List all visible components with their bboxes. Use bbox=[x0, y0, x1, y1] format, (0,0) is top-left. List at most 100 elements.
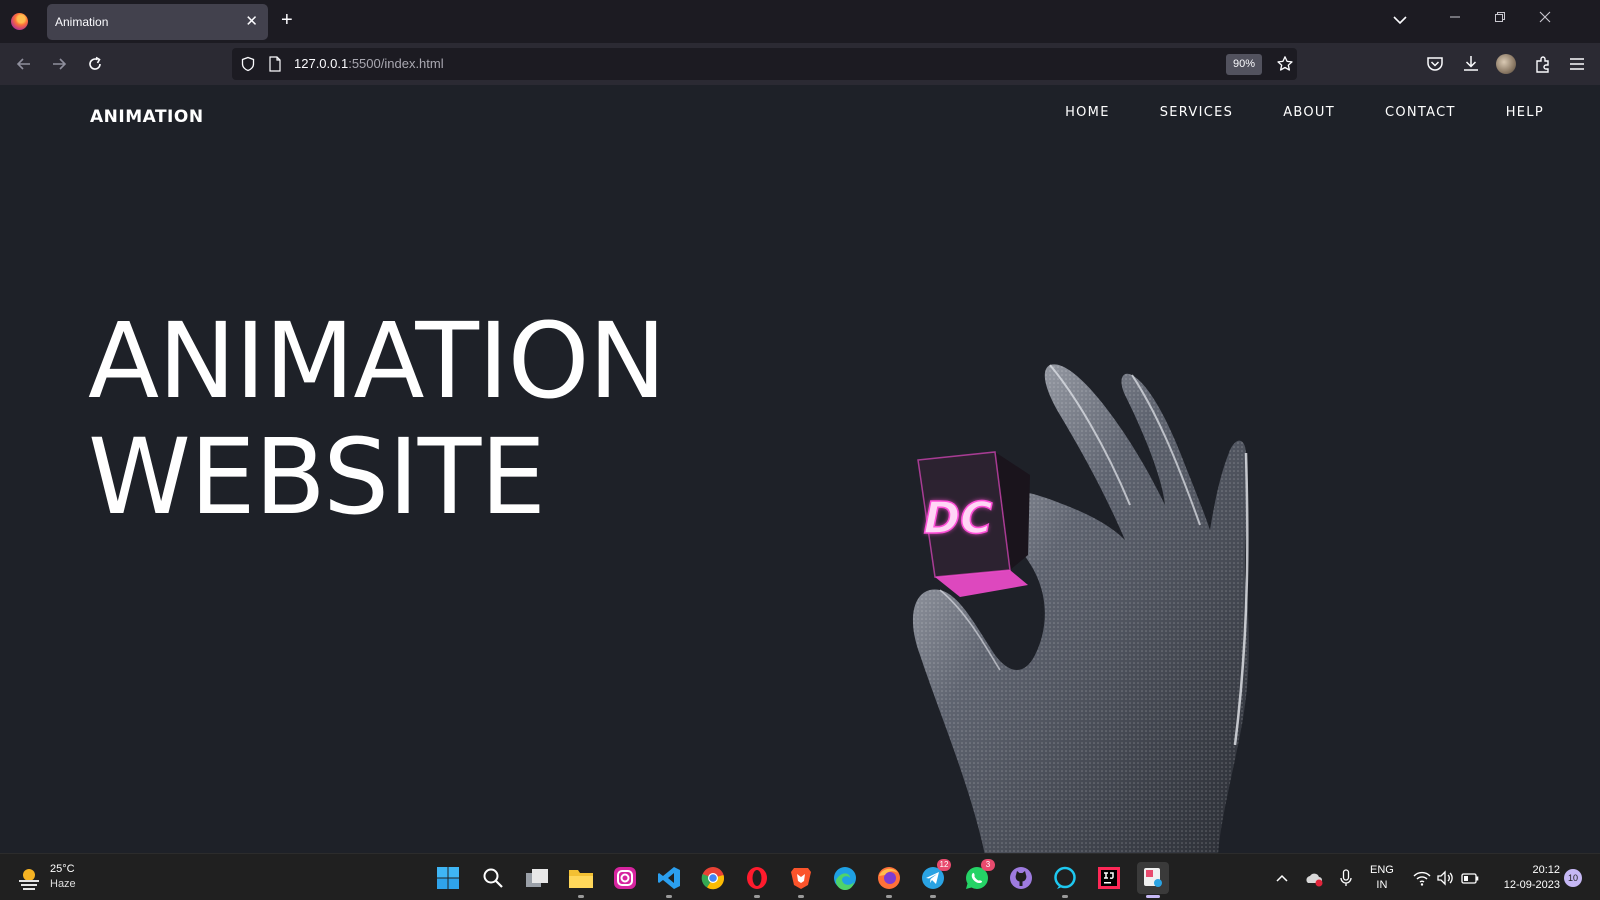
browser-navigation-bar: 127.0.0.1:5500/index.html 90% bbox=[0, 43, 1600, 85]
reload-icon[interactable] bbox=[84, 53, 106, 75]
web-page: ANIMATION HOME SERVICES ABOUT CONTACT HE… bbox=[0, 85, 1600, 853]
onedrive-icon[interactable] bbox=[1304, 868, 1324, 888]
nav-contact[interactable]: CONTACT bbox=[1385, 105, 1456, 120]
wifi-icon[interactable] bbox=[1412, 868, 1432, 888]
running-indicator bbox=[754, 895, 760, 898]
address-bar[interactable]: 127.0.0.1:5500/index.html 90% bbox=[232, 48, 1297, 80]
hero-title: ANIMATION WEBSITE bbox=[88, 300, 666, 538]
firefox-taskbar-icon bbox=[878, 867, 900, 889]
tab-close-icon[interactable]: ✕ bbox=[245, 12, 258, 30]
opera-icon bbox=[747, 867, 767, 889]
close-window-icon[interactable] bbox=[1535, 10, 1555, 30]
cube-label: DC bbox=[924, 493, 993, 544]
vscode-icon bbox=[658, 867, 680, 889]
clock-time: 20:12 bbox=[1532, 864, 1560, 876]
taskbar-snipping-tool[interactable] bbox=[1137, 862, 1169, 898]
taskbar-opera[interactable] bbox=[741, 862, 773, 898]
intellij-icon bbox=[1098, 867, 1120, 889]
battery-icon[interactable] bbox=[1460, 868, 1480, 888]
taskbar-file-explorer[interactable] bbox=[565, 862, 597, 898]
taskbar-alexa[interactable] bbox=[1049, 862, 1081, 898]
browser-tab-strip: Animation ✕ + bbox=[0, 0, 1600, 43]
downloads-icon[interactable] bbox=[1460, 53, 1482, 75]
forward-arrow-icon[interactable] bbox=[48, 53, 70, 75]
taskbar-instagram[interactable] bbox=[609, 862, 641, 894]
clock[interactable]: 20:12 12-09-2023 bbox=[1490, 863, 1560, 893]
nav-home[interactable]: HOME bbox=[1065, 105, 1110, 120]
running-indicator bbox=[666, 895, 672, 898]
running-indicator bbox=[886, 895, 892, 898]
telegram-badge: 12 bbox=[937, 859, 951, 871]
taskbar-intellij[interactable] bbox=[1093, 862, 1125, 894]
taskbar-firefox[interactable] bbox=[873, 862, 905, 898]
taskbar-whatsapp[interactable]: 3 bbox=[961, 859, 995, 894]
chrome-icon bbox=[701, 867, 725, 890]
minimize-icon[interactable] bbox=[1445, 10, 1465, 30]
notification-count-badge[interactable]: 10 bbox=[1564, 869, 1582, 887]
task-view-button[interactable] bbox=[521, 862, 553, 894]
url-path: :5500/index.html bbox=[348, 56, 444, 71]
url-text[interactable]: 127.0.0.1:5500/index.html bbox=[294, 56, 444, 71]
windows-taskbar: 25°C Haze 12 3 ENG IN 20:12 12-09-2023 1… bbox=[0, 853, 1600, 900]
hero-title-line-2: WEBSITE bbox=[88, 416, 546, 538]
alexa-icon bbox=[1054, 866, 1076, 889]
folder-icon bbox=[569, 870, 593, 888]
taskbar-vscode[interactable] bbox=[653, 862, 685, 898]
extensions-icon[interactable] bbox=[1532, 53, 1554, 75]
language-indicator[interactable]: ENG IN bbox=[1370, 863, 1394, 893]
snipping-tool-icon bbox=[1144, 868, 1162, 887]
hero-title-line-1: ANIMATION bbox=[88, 300, 666, 422]
sun-haze-icon bbox=[19, 869, 39, 890]
tab-title: Animation bbox=[55, 15, 109, 29]
nav-about[interactable]: ABOUT bbox=[1283, 105, 1335, 120]
weather-condition: Haze bbox=[50, 878, 76, 890]
pocket-icon[interactable] bbox=[1424, 53, 1446, 75]
restore-icon[interactable] bbox=[1490, 10, 1510, 30]
new-tab-button[interactable]: + bbox=[281, 9, 293, 32]
taskbar-github[interactable] bbox=[1005, 862, 1037, 894]
hand-holding-cube-image: DC DC bbox=[912, 364, 1249, 853]
nav-help[interactable]: HELP bbox=[1506, 105, 1544, 120]
back-arrow-icon[interactable] bbox=[13, 53, 35, 75]
shield-icon[interactable] bbox=[240, 56, 256, 72]
menu-hamburger-icon[interactable] bbox=[1566, 53, 1588, 75]
taskbar-chrome[interactable] bbox=[697, 862, 729, 894]
account-avatar[interactable] bbox=[1496, 54, 1516, 74]
brave-icon bbox=[791, 868, 811, 889]
taskbar-telegram[interactable]: 12 bbox=[917, 859, 951, 898]
running-indicator bbox=[798, 895, 804, 898]
instagram-icon bbox=[614, 867, 636, 889]
running-indicator bbox=[1062, 895, 1068, 898]
edge-icon bbox=[834, 867, 856, 890]
site-nav: HOME SERVICES ABOUT CONTACT HELP bbox=[1015, 105, 1544, 120]
taskbar-brave[interactable] bbox=[785, 862, 817, 898]
running-indicator bbox=[578, 895, 584, 898]
whatsapp-badge: 3 bbox=[981, 859, 995, 871]
running-indicator bbox=[930, 895, 936, 898]
zoom-level-button[interactable]: 90% bbox=[1226, 54, 1262, 75]
bookmark-star-icon[interactable] bbox=[1276, 55, 1294, 73]
windows-logo-icon bbox=[437, 867, 459, 889]
show-hidden-icons-chevron-icon[interactable] bbox=[1272, 868, 1292, 888]
microphone-icon[interactable] bbox=[1336, 868, 1356, 888]
list-all-tabs-icon[interactable] bbox=[1392, 12, 1408, 28]
region-code: IN bbox=[1376, 879, 1388, 891]
active-indicator bbox=[1146, 895, 1160, 898]
dc-cube: DC DC bbox=[917, 451, 1030, 597]
firefox-icon[interactable] bbox=[11, 13, 28, 30]
clock-date: 12-09-2023 bbox=[1503, 879, 1560, 891]
site-logo[interactable]: ANIMATION bbox=[90, 107, 204, 127]
taskbar-edge[interactable] bbox=[829, 862, 861, 894]
language-code: ENG bbox=[1370, 864, 1394, 876]
search-icon bbox=[483, 868, 503, 888]
nav-services[interactable]: SERVICES bbox=[1160, 105, 1233, 120]
weather-temperature: 25°C bbox=[50, 863, 75, 875]
volume-icon[interactable] bbox=[1435, 868, 1455, 888]
page-info-icon[interactable] bbox=[268, 56, 282, 72]
browser-tab[interactable]: Animation ✕ bbox=[47, 4, 268, 40]
search-button[interactable] bbox=[477, 862, 509, 894]
weather-widget[interactable]: 25°C Haze bbox=[16, 862, 116, 894]
github-icon bbox=[1010, 867, 1032, 889]
task-view-icon bbox=[526, 869, 548, 887]
start-button[interactable] bbox=[432, 862, 464, 894]
